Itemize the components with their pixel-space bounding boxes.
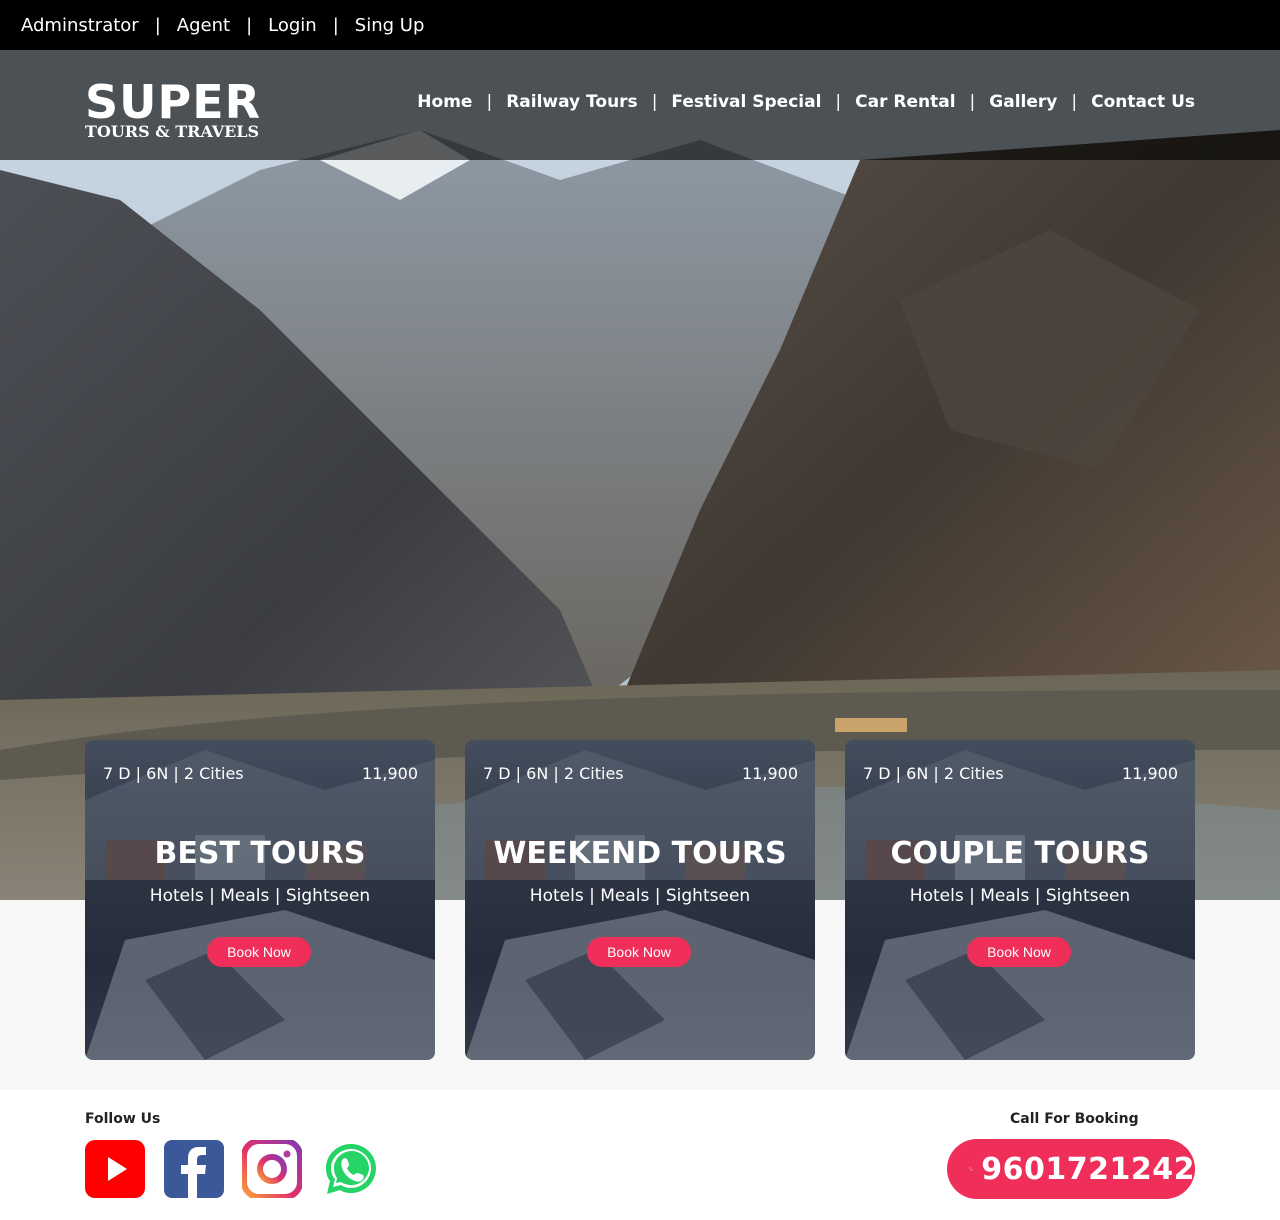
top-utility-bar: Adminstrator | Agent | Login | Sing Up: [0, 0, 1280, 50]
tour-price: 11,900: [1122, 764, 1178, 783]
phone-icon: [969, 1167, 974, 1172]
book-now-button[interactable]: Book Now: [967, 937, 1071, 967]
tour-price: 11,900: [742, 764, 798, 783]
tour-inclusions: Hotels | Meals | Sightseen: [529, 886, 751, 906]
nav-links: Home | Railway Tours | Festival Special …: [417, 92, 1195, 112]
nav-car-rental[interactable]: Car Rental: [855, 92, 955, 112]
tour-price: 11,900: [362, 764, 418, 783]
logo-title: SUPER: [85, 75, 262, 129]
separator: |: [332, 14, 339, 36]
admin-link[interactable]: Adminstrator: [21, 15, 139, 36]
separator: |: [835, 92, 842, 112]
logo-subtitle: TOURS & TRAVELS: [85, 122, 260, 141]
tour-duration: 7 D | 6N | 2 Cities: [483, 764, 624, 783]
tour-duration: 7 D | 6N | 2 Cities: [863, 764, 1004, 783]
instagram-icon[interactable]: [242, 1140, 302, 1198]
nav-festival-special[interactable]: Festival Special: [671, 92, 821, 112]
nav-contact-us[interactable]: Contact Us: [1091, 92, 1195, 112]
tour-title: COUPLE TOURS: [890, 836, 1150, 871]
footer: Follow Us Call For Booking 9601721242: [0, 1090, 1280, 1220]
facebook-icon[interactable]: [164, 1140, 224, 1198]
youtube-icon[interactable]: [85, 1140, 145, 1198]
nav-gallery[interactable]: Gallery: [989, 92, 1057, 112]
agent-link[interactable]: Agent: [177, 15, 230, 36]
tour-inclusions: Hotels | Meals | Sightseen: [909, 886, 1131, 906]
phone-number: 9601721242: [981, 1151, 1195, 1187]
call-for-booking-label: Call For Booking: [1010, 1111, 1139, 1127]
book-now-button[interactable]: Book Now: [207, 937, 311, 967]
tour-title: WEEKEND TOURS: [493, 836, 787, 871]
site-logo[interactable]: SUPER TOURS & TRAVELS: [85, 78, 261, 140]
separator: |: [1071, 92, 1078, 112]
signup-link[interactable]: Sing Up: [355, 15, 425, 36]
login-link[interactable]: Login: [268, 15, 317, 36]
tour-card-best[interactable]: 7 D | 6N | 2 Cities 11,900 BEST TOURS Ho…: [85, 740, 435, 1060]
call-booking-button[interactable]: 9601721242: [947, 1139, 1195, 1199]
tour-inclusions: Hotels | Meals | Sightseen: [149, 886, 371, 906]
follow-us-label: Follow Us: [85, 1111, 161, 1127]
tour-card-weekend[interactable]: 7 D | 6N | 2 Cities 11,900 WEEKEND TOURS…: [465, 740, 815, 1060]
separator: |: [651, 92, 658, 112]
nav-railway-tours[interactable]: Railway Tours: [506, 92, 638, 112]
separator: |: [486, 92, 493, 112]
tour-duration: 7 D | 6N | 2 Cities: [103, 764, 244, 783]
separator: |: [969, 92, 976, 112]
tour-title: BEST TOURS: [154, 836, 366, 871]
tour-card-couple[interactable]: 7 D | 6N | 2 Cities 11,900 COUPLE TOURS …: [845, 740, 1195, 1060]
main-navigation: SUPER TOURS & TRAVELS Home | Railway Tou…: [0, 50, 1280, 160]
separator: |: [154, 14, 161, 36]
whatsapp-icon[interactable]: [322, 1140, 382, 1198]
nav-home[interactable]: Home: [417, 92, 472, 112]
book-now-button[interactable]: Book Now: [587, 937, 691, 967]
separator: |: [246, 14, 253, 36]
